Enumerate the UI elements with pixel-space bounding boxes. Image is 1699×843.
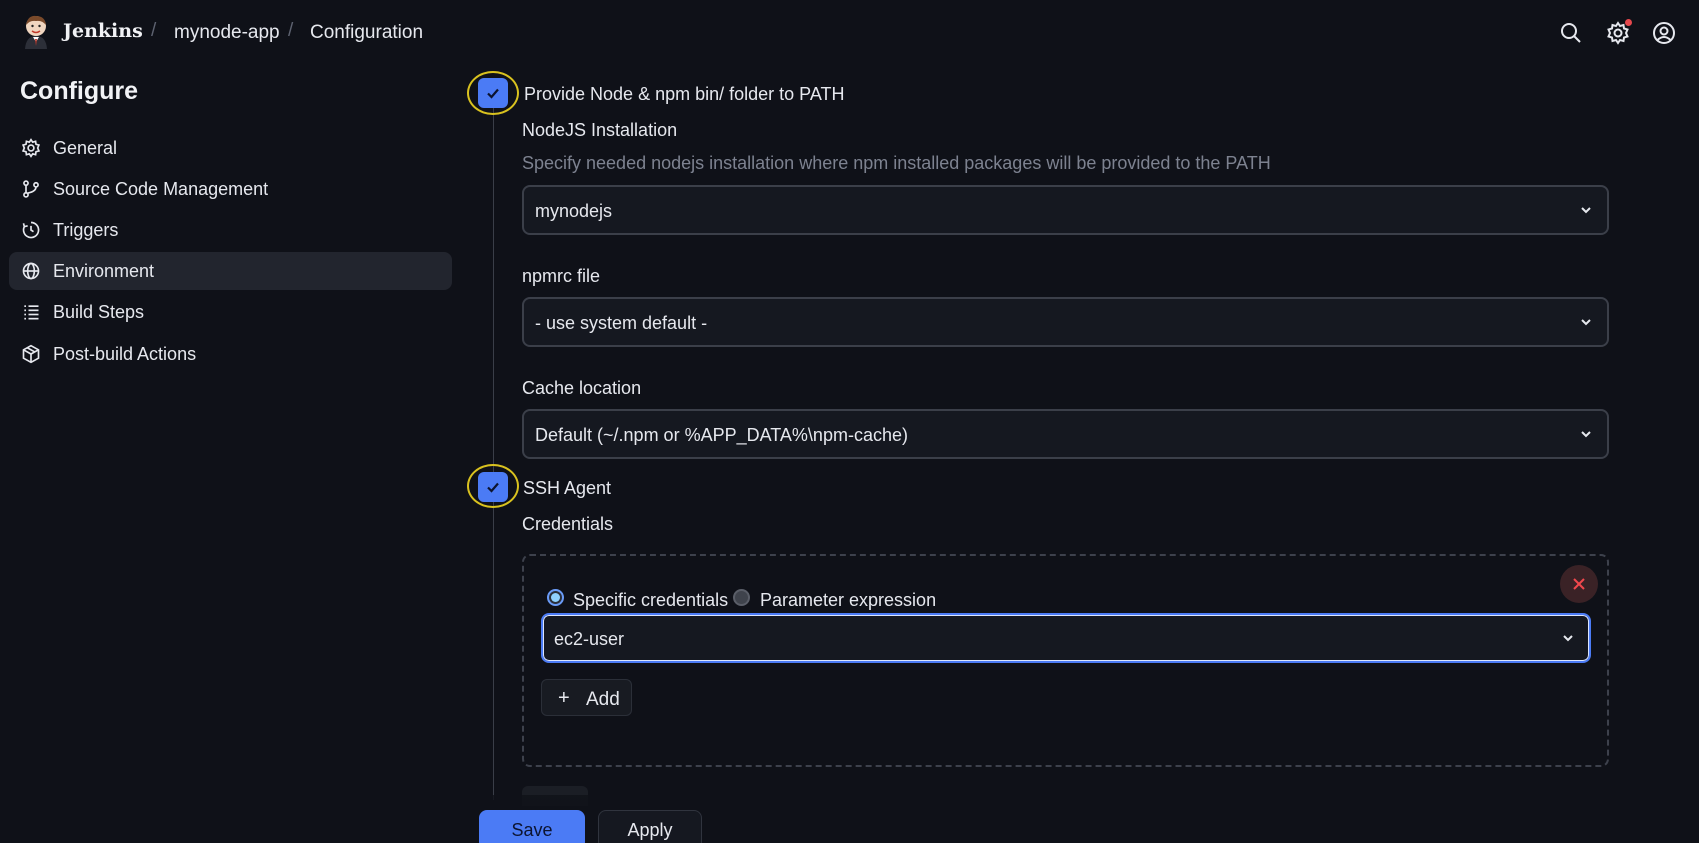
sidebar-item-general[interactable]: General (9, 129, 452, 167)
apply-button[interactable]: Apply (598, 810, 702, 843)
sidebar-item-label: Environment (53, 260, 155, 281)
nodejs-installation-help: Specify needed nodejs installation where… (522, 153, 1271, 173)
clock-icon (22, 221, 40, 239)
chevron-down-icon (1581, 207, 1591, 214)
npmrc-select[interactable]: - use system default - (522, 297, 1609, 347)
breadcrumb-configuration[interactable]: Configuration (310, 22, 423, 44)
sidebar-title: Configure (20, 77, 139, 105)
radio-parameter-expression-label[interactable]: Parameter expression (760, 590, 936, 611)
breadcrumb-project[interactable]: mynode-app (174, 22, 280, 44)
jenkins-logo-icon[interactable] (22, 15, 50, 49)
add-credentials-button[interactable]: + Add (541, 679, 632, 716)
npmrc-label: npmrc file (522, 266, 601, 286)
check-icon (487, 482, 499, 493)
chevron-down-icon (1581, 319, 1591, 326)
user-icon[interactable] (1652, 21, 1676, 45)
sidebar-item-label: Post-build Actions (53, 343, 197, 364)
save-button[interactable]: Save (479, 810, 585, 843)
sidebar-item-label: Source Code Management (53, 178, 269, 199)
chevron-down-icon (1563, 635, 1573, 642)
select-value: - use system default - (535, 313, 708, 333)
breadcrumb-separator: / (151, 20, 157, 41)
section-line (493, 108, 494, 800)
branch-icon (23, 180, 39, 198)
close-icon (1573, 578, 1585, 590)
select-value: Default (~/.npm or %APP_DATA%\npm-cache) (535, 425, 908, 445)
notification-dot (1625, 19, 1632, 26)
add-button-label: Add (586, 689, 620, 710)
credentials-select[interactable]: ec2-user (541, 613, 1591, 663)
sidebar-item-environment[interactable]: Environment (9, 252, 452, 290)
sidebar-item-label: Build Steps (53, 301, 145, 322)
ssh-agent-checkbox[interactable] (478, 472, 508, 502)
sidebar-item-post-build-actions[interactable]: Post-build Actions (9, 335, 452, 373)
chevron-down-icon (1581, 431, 1591, 438)
check-icon (487, 88, 499, 99)
radio-specific-credentials-label[interactable]: Specific credentials (573, 590, 728, 611)
select-value: mynodejs (535, 201, 613, 221)
plus-icon: + (558, 687, 570, 709)
sidebar-item-triggers[interactable]: Triggers (9, 211, 452, 249)
radio-specific-credentials[interactable] (547, 589, 564, 606)
list-icon (24, 305, 39, 320)
nodejs-installation-select[interactable]: mynodejs (522, 185, 1609, 235)
gear-icon (21, 138, 41, 158)
breadcrumb-separator: / (288, 20, 294, 41)
nodejs-installation-label: NodeJS Installation (522, 120, 678, 140)
radio-parameter-expression[interactable] (733, 589, 750, 606)
remove-credentials-button[interactable] (1560, 565, 1598, 603)
select-value: ec2-user (554, 629, 625, 649)
globe-icon (22, 262, 40, 280)
sidebar-item-build-steps[interactable]: Build Steps (9, 293, 452, 331)
node-path-checkbox-label[interactable]: Provide Node & npm bin/ folder to PATH (524, 84, 844, 105)
ssh-agent-checkbox-label[interactable]: SSH Agent (523, 478, 611, 499)
cache-location-label: Cache location (522, 378, 642, 398)
cache-location-select[interactable]: Default (~/.npm or %APP_DATA%\npm-cache) (522, 409, 1609, 459)
search-icon[interactable] (1559, 21, 1583, 45)
credentials-label: Credentials (522, 514, 614, 534)
top-header: Jenkins / mynode-app / Configuration (0, 0, 1699, 66)
node-path-checkbox[interactable] (478, 78, 508, 108)
sidebar-item-label: Triggers (53, 219, 119, 240)
brand-name[interactable]: Jenkins (63, 20, 143, 42)
sidebar-item-label: General (53, 137, 118, 158)
sidebar-item-source-code-management[interactable]: Source Code Management (9, 170, 452, 208)
package-icon (22, 344, 40, 364)
